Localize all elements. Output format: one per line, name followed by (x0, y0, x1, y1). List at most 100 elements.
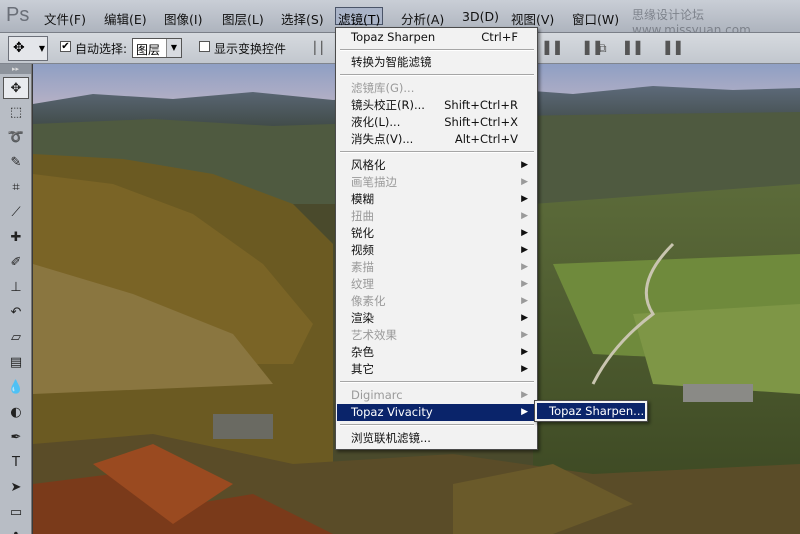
chevron-down-icon: ▼ (38, 44, 45, 53)
menu-item-label: 液化(L)... (351, 115, 401, 129)
auto-align-icon[interactable]: ⧉ (598, 41, 613, 56)
menu-item-label: Topaz Vivacity (351, 405, 433, 419)
topaz-vivacity-submenu: Topaz Sharpen... (534, 400, 648, 422)
menu-view[interactable]: 视图(V) (509, 8, 556, 27)
menu-item-sketch[interactable]: 素描 ▶ (337, 259, 536, 276)
menu-item-liquify[interactable]: 液化(L)... Shift+Ctrl+X (337, 114, 536, 131)
submenu-arrow-icon: ▶ (521, 177, 528, 187)
gradient-tool-icon[interactable]: ▤ (3, 352, 29, 374)
menu-item-shortcut: Ctrl+F (481, 30, 518, 44)
auto-select-dropdown[interactable]: 图层 ▼ (132, 38, 182, 58)
menu-file[interactable]: 文件(F) (42, 8, 88, 27)
menu-item-digimarc[interactable]: Digimarc ▶ (337, 387, 536, 404)
align-icons[interactable]: ▕▏ (306, 41, 336, 55)
dodge-tool-icon[interactable]: ◐ (3, 402, 29, 424)
menu-item-blur[interactable]: 模糊 ▶ (337, 191, 536, 208)
menu-item-label: 渲染 (351, 311, 374, 325)
type-tool-icon[interactable]: T (3, 452, 29, 474)
submenu-arrow-icon: ▶ (521, 245, 528, 255)
blur-tool-icon[interactable]: 💧 (3, 377, 29, 399)
menu-separator (340, 49, 534, 51)
menu-item-label: 扭曲 (351, 209, 374, 223)
lasso-tool-icon[interactable]: ➰ (3, 127, 29, 149)
menu-item-label: 风格化 (351, 158, 386, 172)
eraser-tool-icon[interactable]: ▱ (3, 327, 29, 349)
menu-item-video[interactable]: 视频 ▶ (337, 242, 536, 259)
shape-tool-icon[interactable]: ▭ (3, 502, 29, 524)
menu-item-label: 浏览联机滤镜... (351, 431, 431, 445)
menu-item-shortcut: Shift+Ctrl+X (444, 115, 518, 129)
healing-brush-tool-icon[interactable]: ✚ (3, 227, 29, 249)
tool-preset-picker[interactable]: ✥ ▼ (8, 36, 48, 61)
submenu-arrow-icon: ▶ (521, 330, 528, 340)
submenu-arrow-icon: ▶ (521, 194, 528, 204)
photoshop-logo: Ps (6, 4, 30, 26)
submenu-arrow-icon: ▶ (521, 279, 528, 289)
menu-layer[interactable]: 图层(L) (220, 8, 266, 27)
eyedropper-tool-icon[interactable]: ⟋ (3, 202, 29, 224)
menu-item-distort[interactable]: 扭曲 ▶ (337, 208, 536, 225)
toolbox-grip[interactable]: ▸▸ (0, 64, 31, 74)
menu-item-label: 画笔描边 (351, 175, 397, 189)
menu-window[interactable]: 窗口(W) (570, 8, 621, 27)
menu-item-brush-strokes[interactable]: 画笔描边 ▶ (337, 174, 536, 191)
menu-item-texture[interactable]: 纹理 ▶ (337, 276, 536, 293)
move-tool-icon[interactable]: ✥ (3, 77, 29, 99)
menu-item-topaz-sharpen[interactable]: Topaz Sharpen... (537, 403, 645, 419)
submenu-arrow-icon: ▶ (521, 347, 528, 357)
submenu-arrow-icon: ▶ (521, 262, 528, 272)
menu-item-label: 艺术效果 (351, 328, 397, 342)
menu-item-label: 其它 (351, 362, 374, 376)
menu-separator (340, 74, 534, 76)
3d-tool-icon[interactable]: ✿ (3, 527, 29, 534)
menu-3d[interactable]: 3D(D) (460, 8, 501, 26)
toolbox: ▸▸ ✥ ⬚ ➰ ✎ ⌗ ⟋ ✚ ✐ ⊥ ↶ ▱ ▤ 💧 ◐ ✒ T ➤ ▭ ✿ (0, 64, 32, 534)
menu-item-label: 消失点(V)... (351, 132, 414, 146)
menu-item-label: Digimarc (351, 388, 403, 402)
distribute-icons[interactable]: ▐▌ ▐▌ ▐▌ ▐▌ (540, 41, 691, 55)
submenu-arrow-icon: ▶ (521, 390, 528, 400)
menu-item-filter-gallery[interactable]: 滤镜库(G)... (337, 80, 536, 97)
brush-tool-icon[interactable]: ✐ (3, 252, 29, 274)
menu-item-label: 锐化 (351, 226, 374, 240)
stamp-tool-icon[interactable]: ⊥ (3, 277, 29, 299)
menu-item-browse-online-filters[interactable]: 浏览联机滤镜... (337, 430, 536, 447)
menu-item-render[interactable]: 渲染 ▶ (337, 310, 536, 327)
menu-item-other[interactable]: 其它 ▶ (337, 361, 536, 378)
menu-item-convert-smart-filter[interactable]: 转换为智能滤镜 (337, 54, 536, 71)
menu-item-pixelate[interactable]: 像素化 ▶ (337, 293, 536, 310)
submenu-arrow-icon: ▶ (521, 313, 528, 323)
menu-item-last-filter[interactable]: Topaz Sharpen Ctrl+F (337, 29, 536, 46)
menu-item-shortcut: Shift+Ctrl+R (444, 98, 518, 112)
pen-tool-icon[interactable]: ✒ (3, 427, 29, 449)
menu-separator (340, 151, 534, 153)
move-tool-icon: ✥ (13, 40, 25, 56)
menu-analysis[interactable]: 分析(A) (399, 8, 446, 27)
show-transform-label: 显示变换控件 (214, 42, 287, 56)
submenu-arrow-icon: ▶ (521, 211, 528, 221)
auto-select-label: 自动选择: (75, 42, 128, 56)
menu-item-label: 滤镜库(G)... (351, 81, 415, 95)
path-select-tool-icon[interactable]: ➤ (3, 477, 29, 499)
show-transform-checkbox[interactable] (199, 41, 210, 52)
menu-item-stylize[interactable]: 风格化 ▶ (337, 157, 536, 174)
menu-item-sharpen[interactable]: 锐化 ▶ (337, 225, 536, 242)
submenu-arrow-icon: ▶ (521, 160, 528, 170)
submenu-arrow-icon: ▶ (521, 364, 528, 374)
menu-item-lens-correction[interactable]: 镜头校正(R)... Shift+Ctrl+R (337, 97, 536, 114)
menu-edit[interactable]: 编辑(E) (102, 8, 149, 27)
history-brush-tool-icon[interactable]: ↶ (3, 302, 29, 324)
marquee-tool-icon[interactable]: ⬚ (3, 102, 29, 124)
menu-select[interactable]: 选择(S) (279, 8, 326, 27)
menu-image[interactable]: 图像(I) (162, 8, 204, 27)
menu-filter[interactable]: 滤镜(T) (335, 7, 384, 27)
submenu-arrow-icon: ▶ (521, 228, 528, 238)
auto-select-checkbox[interactable]: ✔ (60, 41, 71, 52)
crop-tool-icon[interactable]: ⌗ (3, 177, 29, 199)
menu-item-vanishing-point[interactable]: 消失点(V)... Alt+Ctrl+V (337, 131, 536, 148)
submenu-arrow-icon: ▶ (521, 296, 528, 306)
menu-item-topaz-vivacity[interactable]: Topaz Vivacity ▶ (337, 404, 536, 421)
quick-select-tool-icon[interactable]: ✎ (3, 152, 29, 174)
menu-item-artistic[interactable]: 艺术效果 ▶ (337, 327, 536, 344)
menu-item-noise[interactable]: 杂色 ▶ (337, 344, 536, 361)
